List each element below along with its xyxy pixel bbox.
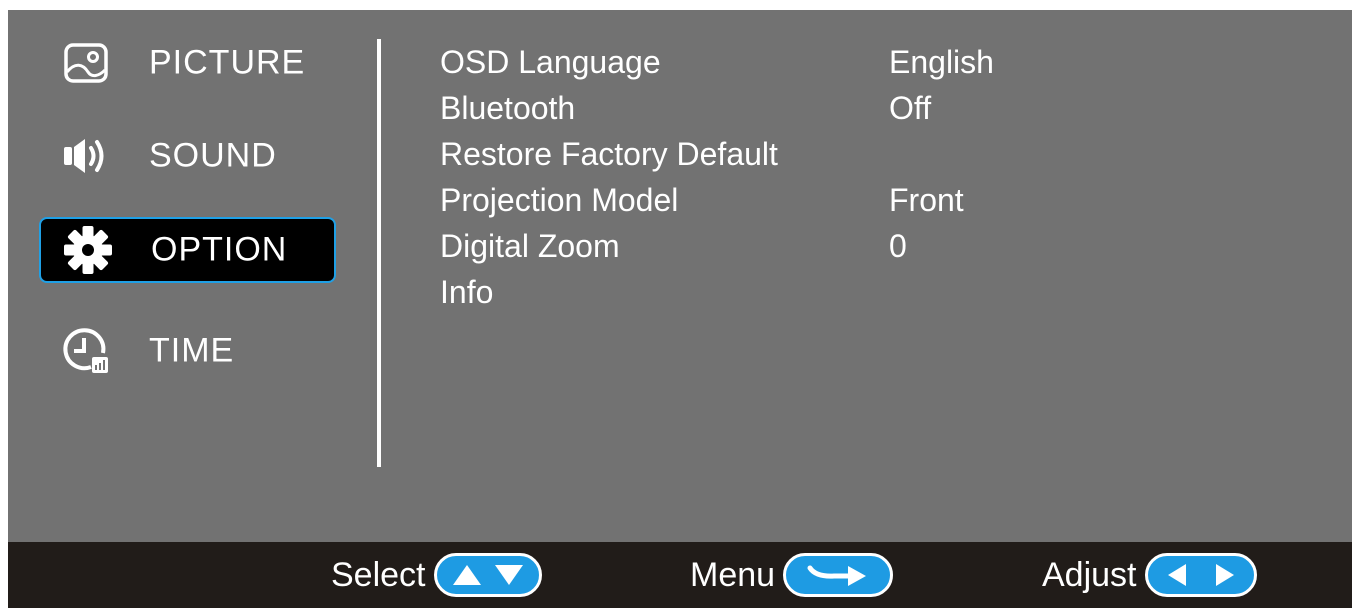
setting-label: Info [440,274,494,310]
key-hint-bar: Select Menu Adjust [8,542,1352,608]
category-sidebar: PICTURE SOUND OPTION TIME [8,10,378,550]
clock-icon [61,326,111,376]
setting-label: OSD Language [440,44,661,80]
setting-row-info[interactable]: Info [440,274,1140,320]
setting-value: 0 [889,228,907,264]
picture-icon [61,38,111,88]
sidebar-item-option[interactable]: OPTION [39,217,336,283]
left-right-arrows-icon [1144,553,1257,597]
setting-value: Off [889,90,932,126]
setting-value: English [889,44,994,80]
sidebar-item-label: SOUND [149,136,277,175]
return-arrow-icon [783,553,894,597]
setting-row-projection-model[interactable]: Projection Model Front [440,182,1140,228]
gear-icon [63,225,113,275]
sidebar-item-label: PICTURE [149,43,306,82]
sidebar-item-label: TIME [149,331,235,370]
up-down-arrows-icon [433,553,542,597]
adjust-hint-label: Adjust [1042,555,1137,594]
sidebar-item-label: OPTION [151,230,288,269]
setting-label: Projection Model [440,182,679,218]
setting-label: Restore Factory Default [440,136,778,172]
select-hint-label: Select [331,555,426,594]
setting-row-restore-factory-default[interactable]: Restore Factory Default [440,136,1140,182]
sidebar-item-time[interactable]: TIME [39,318,336,384]
setting-label: Bluetooth [440,90,576,126]
setting-row-bluetooth[interactable]: Bluetooth Off [440,90,1140,136]
divider [377,39,381,467]
select-hint: Select [331,542,542,608]
sidebar-item-picture[interactable]: PICTURE [39,30,336,96]
setting-value: Front [889,182,964,218]
menu-hint: Menu [690,542,894,608]
adjust-hint: Adjust [1042,542,1257,608]
speaker-icon [61,131,111,181]
sidebar-item-sound[interactable]: SOUND [39,123,336,189]
setting-row-osd-language[interactable]: OSD Language English [440,44,1140,90]
osd-menu-panel: PICTURE SOUND OPTION TIME OSD Language E… [8,10,1352,608]
setting-label: Digital Zoom [440,228,620,264]
menu-hint-label: Menu [690,555,776,594]
setting-row-digital-zoom[interactable]: Digital Zoom 0 [440,228,1140,274]
